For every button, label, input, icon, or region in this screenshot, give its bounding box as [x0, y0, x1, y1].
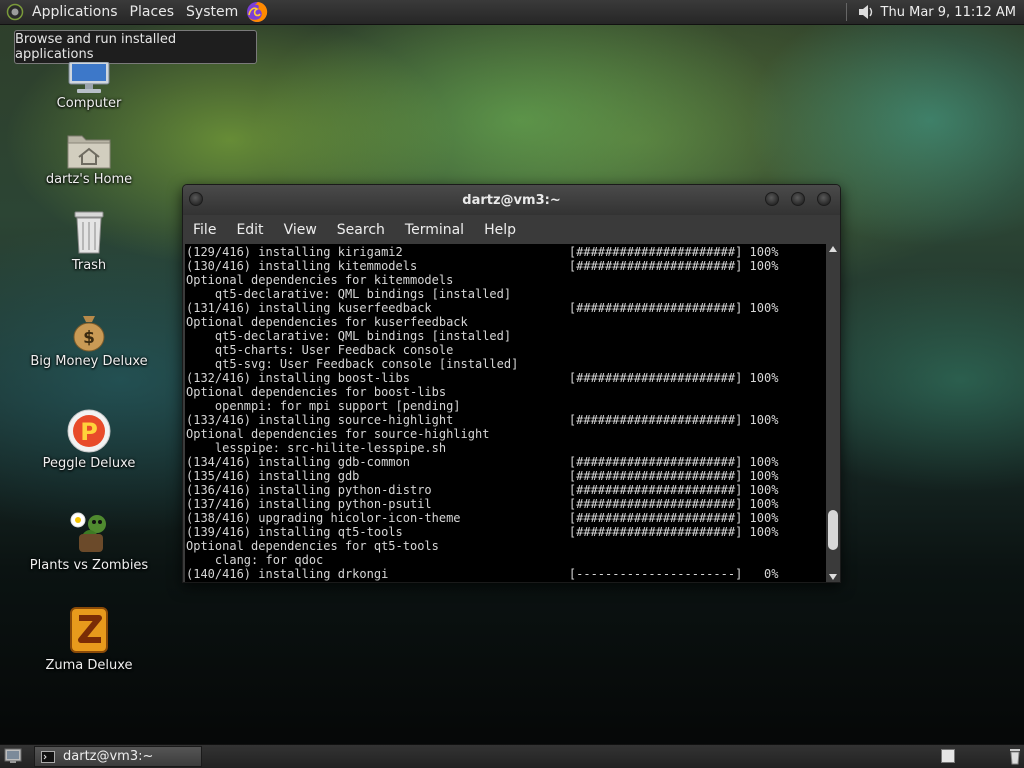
- trash-icon: [74, 211, 104, 254]
- trash-applet-icon[interactable]: [1008, 748, 1022, 765]
- workspace-switcher[interactable]: [941, 749, 955, 763]
- menu-file[interactable]: File: [186, 222, 223, 238]
- terminal-line: (135/416) installing gdb [##############…: [186, 469, 779, 483]
- desktop-icon-label: Zuma Deluxe: [45, 658, 133, 673]
- terminal-line: (133/416) installing source-highlight [#…: [186, 413, 779, 427]
- terminal-line: qt5-declarative: QML bindings [installed…: [186, 329, 512, 343]
- scroll-thumb[interactable]: [828, 510, 838, 550]
- taskbar-item-terminal[interactable]: dartz@vm3:~: [34, 746, 202, 767]
- close-button[interactable]: [817, 192, 831, 206]
- terminal-line: Optional dependencies for qt5-tools: [186, 539, 439, 553]
- terminal-scrollbar[interactable]: [826, 244, 840, 582]
- window-title: dartz@vm3:~: [462, 192, 561, 208]
- desktop-icon-label: Big Money Deluxe: [30, 354, 148, 369]
- menu-view[interactable]: View: [277, 222, 324, 238]
- home-folder-icon: [67, 135, 111, 169]
- terminal-icon: [41, 750, 55, 763]
- svg-text:P: P: [80, 418, 98, 446]
- show-desktop-icon[interactable]: [4, 748, 22, 764]
- terminal-window[interactable]: dartz@vm3:~ File Edit View Search Termin…: [182, 184, 841, 583]
- menu-applications[interactable]: Applications: [28, 4, 126, 20]
- terminal-line: Optional dependencies for boost-libs: [186, 385, 447, 399]
- bottom-panel: dartz@vm3:~: [0, 744, 1024, 768]
- terminal-line: (140/416) installing drkongi [----------…: [186, 567, 779, 581]
- scroll-down-arrow[interactable]: [829, 574, 837, 580]
- desktop-icon-label: Peggle Deluxe: [42, 456, 136, 471]
- speaker-icon[interactable]: [855, 2, 875, 22]
- window-menu-button[interactable]: [189, 192, 203, 206]
- terminal-line: (130/416) installing kitemmodels [######…: [186, 259, 779, 273]
- desktop-icon-trash[interactable]: Trash: [24, 210, 154, 273]
- clock[interactable]: Thu Mar 9, 11:12 AM: [881, 5, 1024, 20]
- desktop-icon-big-money[interactable]: $ Big Money Deluxe: [24, 312, 154, 369]
- firefox-icon[interactable]: [246, 1, 268, 23]
- menu-edit[interactable]: Edit: [229, 222, 270, 238]
- terminal-line: Optional dependencies for kuserfeedback: [186, 315, 468, 329]
- terminal-line: Optional dependencies for source-highlig…: [186, 427, 490, 441]
- zuma-icon: [70, 607, 108, 653]
- terminal-line: (138/416) upgrading hicolor-icon-theme […: [186, 511, 779, 525]
- terminal-line: (132/416) installing boost-libs [#######…: [186, 371, 779, 385]
- applications-tooltip: Browse and run installed applications: [14, 30, 257, 64]
- terminal-lines: (129/416) installing kirigami2 [########…: [186, 245, 778, 581]
- desktop-icon-label: Computer: [56, 96, 122, 111]
- terminal-line: qt5-svg: User Feedback console [installe…: [186, 357, 519, 371]
- menu-search[interactable]: Search: [330, 222, 392, 238]
- gnome-menu-icon[interactable]: [6, 3, 24, 21]
- terminal-output[interactable]: (129/416) installing kirigami2 [########…: [185, 244, 826, 582]
- terminal-line: lesspipe: src-hilite-lesspipe.sh: [186, 441, 447, 455]
- terminal-menubar: File Edit View Search Terminal Help: [183, 215, 840, 244]
- desktop-icon-zuma[interactable]: Zuma Deluxe: [24, 606, 154, 673]
- desktop-icon-computer[interactable]: Computer: [24, 62, 154, 111]
- terminal-line: (139/416) installing qt5-tools [########…: [186, 525, 779, 539]
- terminal-titlebar[interactable]: dartz@vm3:~: [183, 185, 840, 215]
- peggle-icon: P: [67, 409, 111, 453]
- menu-terminal[interactable]: Terminal: [398, 222, 471, 238]
- panel-separator: [845, 3, 847, 21]
- desktop-icon-home[interactable]: dartz's Home: [24, 130, 154, 187]
- terminal-line: qt5-declarative: QML bindings [installed…: [186, 287, 512, 301]
- desktop-icon-peggle[interactable]: P Peggle Deluxe: [24, 408, 154, 471]
- desktop-icon-label: Trash: [71, 258, 107, 273]
- terminal-line: (137/416) installing python-psutil [####…: [186, 497, 779, 511]
- terminal-line: (136/416) installing python-distro [####…: [186, 483, 779, 497]
- terminal-line: clang: for qdoc: [186, 553, 324, 567]
- taskbar-item-label: dartz@vm3:~: [63, 749, 154, 764]
- desktop-icon-pvz[interactable]: Plants vs Zombies: [24, 508, 154, 573]
- terminal-line: (134/416) installing gdb-common [#######…: [186, 455, 779, 469]
- plants-vs-zombies-icon: [70, 512, 106, 552]
- scroll-up-arrow[interactable]: [829, 246, 837, 252]
- terminal-line: qt5-charts: User Feedback console: [186, 343, 454, 357]
- terminal-line: (131/416) installing kuserfeedback [####…: [186, 301, 779, 315]
- desktop-icon-label: dartz's Home: [45, 172, 133, 187]
- top-panel: Applications Places System Thu Mar 9, 11…: [0, 0, 1024, 25]
- computer-icon: [68, 62, 110, 93]
- terminal-line: (129/416) installing kirigami2 [########…: [186, 245, 779, 259]
- minimize-button[interactable]: [765, 192, 779, 206]
- menu-places[interactable]: Places: [126, 4, 183, 20]
- menu-help[interactable]: Help: [477, 222, 523, 238]
- desktop-icon-label: Plants vs Zombies: [29, 558, 149, 573]
- terminal-line: Optional dependencies for kitemmodels: [186, 273, 454, 287]
- svg-text:$: $: [83, 328, 95, 348]
- menu-system[interactable]: System: [182, 4, 246, 20]
- maximize-button[interactable]: [791, 192, 805, 206]
- tooltip-text: Browse and run installed applications: [15, 32, 177, 62]
- money-bag-icon: $: [73, 316, 105, 352]
- terminal-line: openmpi: for mpi support [pending]: [186, 399, 461, 413]
